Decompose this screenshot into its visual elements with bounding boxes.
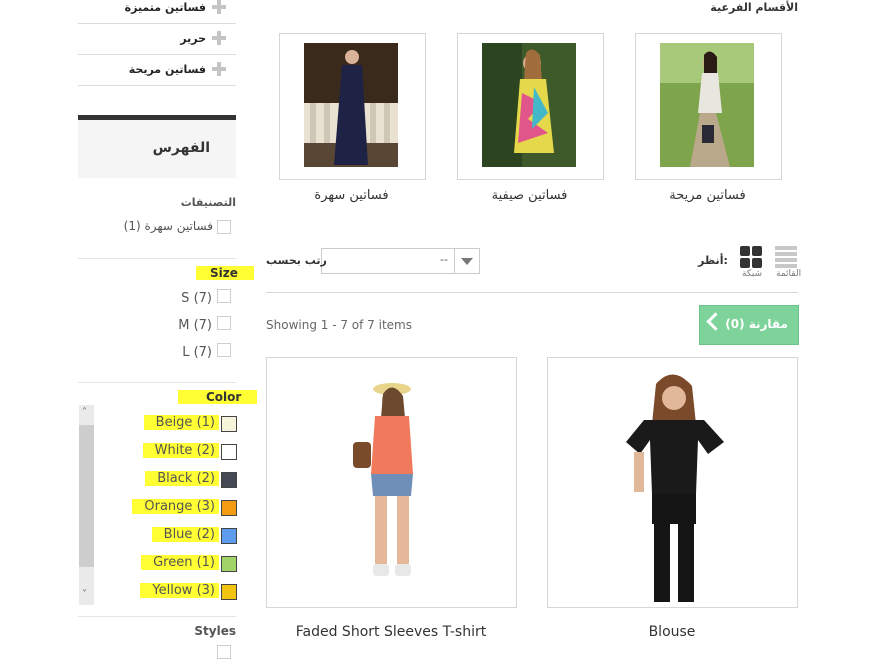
filter-option-label[interactable]: فساتين سهرة (1) — [124, 219, 213, 233]
option-label: S — [181, 291, 190, 306]
color-swatch[interactable] — [221, 500, 237, 516]
color-swatch[interactable] — [221, 584, 237, 600]
chevron-left-icon — [706, 312, 725, 331]
option-count: (7) — [193, 291, 212, 306]
color-swatch[interactable] — [221, 528, 237, 544]
list-view-icon[interactable] — [775, 246, 797, 268]
view-label: أنظر: — [698, 254, 728, 267]
scroll-down-icon[interactable]: ˅ — [82, 589, 87, 600]
option-label: Orange — [144, 499, 193, 514]
color-swatch[interactable] — [221, 444, 237, 460]
option-count: (7) — [193, 345, 212, 360]
option-label: Green — [153, 555, 193, 570]
filter-checkbox[interactable] — [217, 645, 231, 659]
option-label: L — [182, 345, 190, 360]
divider — [78, 616, 236, 617]
filter-group-title-styles: Styles — [194, 624, 236, 638]
dress-photo — [304, 43, 398, 167]
subcategory-name[interactable]: فساتين مريحة — [635, 188, 780, 203]
color-list-scrollbar[interactable]: ˄ ˅ — [79, 405, 94, 605]
subcategory-image-casual[interactable] — [635, 33, 782, 180]
results-count: Showing 1 - 7 of 7 items — [266, 318, 412, 332]
expand-plus-icon[interactable] — [212, 31, 226, 45]
category-item-silk[interactable]: حرير — [78, 24, 236, 55]
product-name[interactable]: Blouse — [547, 624, 797, 640]
option-count: (7) — [193, 318, 212, 333]
option-label: Black — [157, 471, 193, 486]
sort-label: رتب بحسب — [266, 254, 327, 267]
subcategory-name[interactable]: فساتين صيفية — [457, 188, 602, 203]
category-item-premium-dresses[interactable]: فساتين متميزة — [78, 0, 236, 24]
scrollbar-thumb[interactable] — [79, 425, 94, 567]
option-label: Yellow — [152, 583, 193, 598]
option-label: Blue — [163, 527, 193, 542]
layered-filter-header: الفهرس — [78, 115, 236, 178]
filter-checkbox[interactable] — [217, 289, 231, 303]
dress-photo — [482, 43, 576, 167]
option-count: (2) — [196, 527, 215, 542]
category-item-casual-dresses[interactable]: فساتين مريحة — [78, 55, 236, 86]
subcategory-name[interactable]: فساتين سهرة — [279, 188, 424, 203]
filter-option-color-white[interactable]: White (2) — [142, 443, 219, 458]
filter-option-color-beige[interactable]: Beige (1) — [143, 415, 219, 430]
grid-view-icon[interactable] — [740, 246, 762, 268]
product-photo — [626, 374, 724, 602]
compare-label: مقارنة (0) — [725, 317, 788, 331]
divider — [78, 258, 236, 259]
subcategory-image-summer[interactable] — [457, 33, 604, 180]
filter-option-color-orange[interactable]: Orange (3) — [132, 499, 219, 514]
filter-checkbox[interactable] — [217, 343, 231, 357]
filter-checkbox[interactable] — [217, 316, 231, 330]
product-photo — [353, 383, 413, 576]
subcategories-title: الأقسام الفرعية — [710, 1, 798, 14]
filter-title: الفهرس — [152, 140, 210, 156]
filter-checkbox[interactable] — [217, 220, 231, 234]
subcategory-image-evening[interactable] — [279, 33, 426, 180]
sort-select[interactable]: -- — [321, 248, 480, 274]
color-swatch[interactable] — [221, 472, 237, 488]
option-count: (2) — [196, 471, 215, 486]
grid-view-label[interactable]: شبكة — [742, 269, 762, 279]
product-image-blouse[interactable] — [547, 357, 798, 608]
filter-option-color-green[interactable]: Green (1) — [141, 555, 219, 570]
product-name[interactable]: Faded Short Sleeves T-shirt — [266, 624, 516, 640]
sort-selected-value: -- — [440, 253, 448, 266]
filter-option-color-black[interactable]: Black (2) — [145, 471, 219, 486]
divider — [78, 382, 236, 383]
filter-option-size-m[interactable]: M (7) — [178, 318, 212, 333]
filter-option-size-l[interactable]: L (7) — [182, 345, 212, 360]
dress-photo — [660, 43, 754, 167]
product-image-tshirt[interactable] — [266, 357, 517, 608]
color-swatch[interactable] — [221, 556, 237, 572]
option-label: White — [154, 443, 193, 458]
option-label: M — [178, 318, 190, 333]
option-count: (1) — [196, 555, 215, 570]
expand-plus-icon[interactable] — [212, 62, 226, 76]
filter-group-title-size: Size — [196, 266, 254, 280]
category-label: فساتين متميزة — [124, 1, 206, 14]
category-label: فساتين مريحة — [128, 63, 206, 76]
filter-group-title-categories: التصنيفات — [180, 196, 236, 209]
option-count: (3) — [196, 499, 215, 514]
scroll-up-icon[interactable]: ˄ — [82, 407, 87, 418]
filter-option-color-yellow[interactable]: Yellow (3) — [140, 583, 219, 598]
filter-group-title-color: Color — [178, 390, 258, 404]
color-swatch[interactable] — [221, 416, 237, 432]
option-count: (3) — [196, 583, 215, 598]
option-label: Beige — [155, 415, 193, 430]
option-count: (2) — [196, 443, 215, 458]
category-label: حرير — [180, 32, 206, 45]
divider — [266, 292, 798, 293]
compare-button[interactable]: مقارنة (0) — [699, 305, 799, 345]
chevron-down-icon[interactable] — [454, 249, 479, 273]
list-view-label[interactable]: القائمة — [776, 269, 801, 279]
option-count: (1) — [196, 415, 215, 430]
expand-plus-icon[interactable] — [212, 0, 226, 14]
filter-option-color-blue[interactable]: Blue (2) — [151, 527, 219, 542]
filter-option-size-s[interactable]: S (7) — [181, 291, 212, 306]
